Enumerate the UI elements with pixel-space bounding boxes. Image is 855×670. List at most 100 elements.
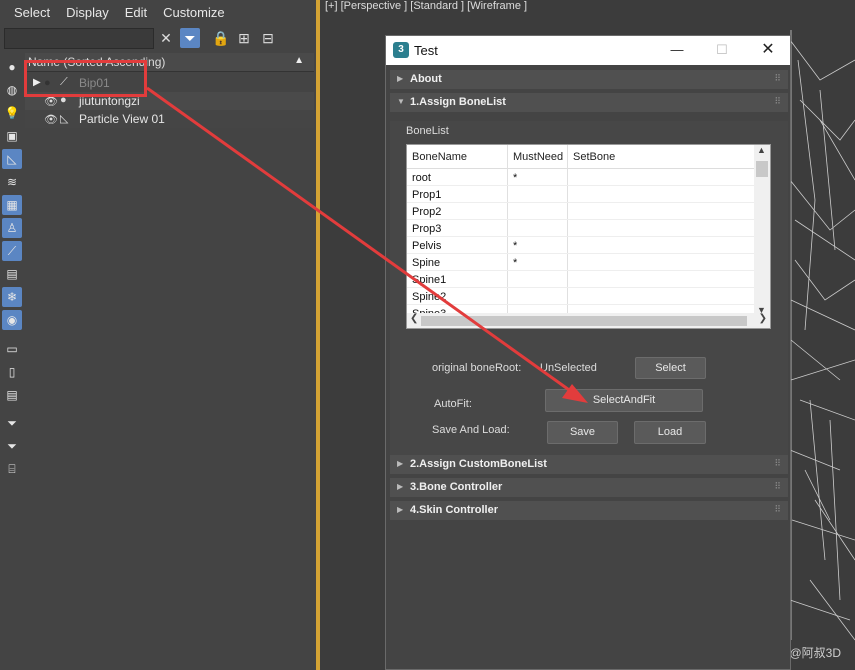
cell-bonename: Spine2 [412,291,447,303]
table-row[interactable]: Spine * [407,254,767,271]
autofit-label: AutoFit: [434,398,472,410]
grip-icon: ⠿ [774,73,781,83]
dialog-titlebar[interactable]: 3 Test — ☐ ✕ [386,36,790,65]
highlight-box [24,60,147,97]
table-header: BoneName MustNeed SetBone [407,145,767,169]
funnel-icon[interactable]: ⏷ [2,436,22,456]
scroll-right-icon[interactable]: ❯ [759,313,767,324]
caret-right-icon: ▶ [397,459,404,468]
sort-arrow-icon: ▲ [294,55,304,66]
table-row[interactable]: Pelvis * [407,237,767,254]
maximize-icon[interactable]: ☐ [711,40,733,60]
table-row[interactable]: Spine1 [407,271,767,288]
helper-icon: ◺ [60,113,69,125]
scene-explorer: Select Display Edit Customize ✕ ⏷ 🔒 ⊞ ⊟ … [0,0,316,670]
select-button[interactable]: Select [635,357,706,379]
vertical-scrollbar[interactable]: ▲ ▼ [754,145,770,315]
save-and-load-label: Save And Load: [432,424,510,436]
close-icon[interactable]: ✕ [757,40,779,60]
hierarchy-icon[interactable]: ⊞ [234,28,254,48]
cell-bonename: Spine1 [412,274,447,286]
bonelist-table[interactable]: BoneName MustNeed SetBone root * Prop1 Pr… [406,144,771,329]
minimize-icon[interactable]: — [666,40,688,60]
grip-icon: ⠿ [774,504,781,514]
rollout-assign-custom-bonelist[interactable]: ▶ 2.Assign CustomBoneList ⠿ [390,455,788,474]
col-bonename[interactable]: BoneName [412,151,467,163]
cell-bonename: Prop1 [412,189,442,201]
original-boneroot-value: UnSelected [540,362,597,374]
clear-icon[interactable]: ✕ [156,28,176,48]
cell-bonename: root [412,172,431,184]
caret-right-icon: ▶ [397,482,404,491]
cell-bonename: Prop3 [412,223,442,235]
sphere-icon[interactable]: ● [2,57,22,77]
menu-bar: Select Display Edit Customize [0,0,316,25]
freeze-icon[interactable]: ❄ [2,287,22,307]
doc-icon[interactable]: ▤ [2,385,22,405]
layer-icon[interactable]: ⊟ [258,28,278,48]
menu-customize[interactable]: Customize [155,5,232,20]
page-icon[interactable]: ▯ [2,362,22,382]
save-button[interactable]: Save [547,421,618,444]
load-button[interactable]: Load [634,421,706,444]
scroll-left-icon[interactable]: ❮ [410,313,418,324]
hide-icon[interactable]: ◉ [2,310,22,330]
grip-icon: ⠿ [774,458,781,468]
col-mustneed[interactable]: MustNeed [513,151,563,163]
rollout-about[interactable]: ▶ About ⠿ [390,70,788,89]
table-row[interactable]: Prop3 [407,220,767,237]
selection-set-icon[interactable]: ⌸ [2,459,22,479]
list-icon[interactable]: ▭ [2,339,22,359]
caret-right-icon: ▶ [397,74,404,83]
container-icon[interactable]: ▤ [2,264,22,284]
scroll-up-icon[interactable]: ▲ [757,145,766,155]
spacewarp-icon[interactable]: ≋ [2,172,22,192]
horizontal-scrollbar[interactable]: ❮ ❯ [407,313,770,328]
grip-icon: ⠿ [774,96,781,106]
scroll-thumb[interactable] [421,316,747,326]
helper-icon[interactable]: ◺ [2,149,22,169]
grip-icon: ⠿ [774,481,781,491]
col-setbone[interactable]: SetBone [573,151,615,163]
tree-row-label: Particle View 01 [79,112,165,126]
rollout-title: 2.Assign CustomBoneList [410,458,547,470]
explorer-icon-strip: ● ◍ 💡 ▣ ◺ ≋ ▦ ♙ ⟋ ▤ ❄ ◉ ▭ ▯ ▤ ⏷ ⏷ ⌸ [0,55,24,670]
scene-tree: Name (Sorted Ascending) ▲ ▶ ● ⟋ Bip01 👁 … [25,53,314,670]
table-row[interactable]: Prop1 [407,186,767,203]
filter-icon[interactable]: ⏷ [180,28,200,48]
bone-icon[interactable]: ⟋ [2,241,22,261]
table-row[interactable]: root * [407,169,767,186]
rollout-title: 4.Skin Controller [410,504,499,516]
menu-select[interactable]: Select [0,5,58,20]
rollout-skin-controller[interactable]: ▶ 4.Skin Controller ⠿ [390,501,788,520]
cell-mustneed: * [513,257,518,269]
cell-mustneed: * [513,240,518,252]
selectandfit-button[interactable]: SelectAndFit [545,389,703,412]
cell-mustneed: * [513,172,518,184]
dialog-title: Test [414,43,438,58]
scroll-thumb[interactable] [756,161,768,177]
rollout-title: 3.Bone Controller [410,481,503,493]
table-row[interactable]: Prop2 [407,203,767,220]
cell-bonename: Pelvis [412,240,442,252]
test-dialog: 3 Test — ☐ ✕ ▶ About ⠿ ▼ 1.Assign BoneLi… [385,35,791,670]
original-boneroot-label: original boneRoot: [432,362,522,374]
light-icon[interactable]: 💡 [2,103,22,123]
caret-right-icon: ▶ [397,505,404,514]
table-row[interactable]: Spine2 [407,288,767,305]
rollout-assign-bonelist[interactable]: ▼ 1.Assign BoneList ⠿ [390,93,788,112]
filter-clear-icon[interactable]: ⏷ [2,413,22,433]
group-icon[interactable]: ▦ [2,195,22,215]
rollout-title: About [410,73,442,85]
menu-display[interactable]: Display [58,5,117,20]
app-3dsmax-icon: 3 [393,42,409,58]
lock-icon[interactable]: 🔒 [211,28,231,48]
tree-row-particle-view[interactable]: 👁 ◺ Particle View 01 [25,110,314,128]
camera-icon[interactable]: ▣ [2,126,22,146]
eye-icon[interactable]: 👁 [44,113,58,126]
xref-icon[interactable]: ♙ [2,218,22,238]
rollout-bone-controller[interactable]: ▶ 3.Bone Controller ⠿ [390,478,788,497]
search-input[interactable] [4,28,154,49]
menu-edit[interactable]: Edit [117,5,155,20]
shapes-icon[interactable]: ◍ [2,80,22,100]
